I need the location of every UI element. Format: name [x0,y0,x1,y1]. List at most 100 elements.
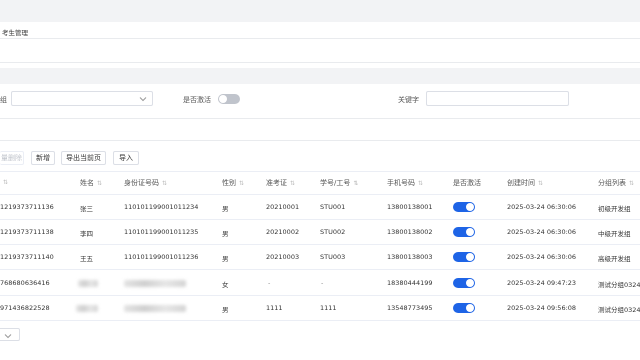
column-header-label: 身份证号码 [124,179,159,187]
column-header-name[interactable]: 姓名 ⇅ [80,178,102,188]
cell-id-partial: 1219373711136 [0,203,54,211]
sort-icon[interactable]: ⇅ [162,180,167,187]
column-header-created[interactable]: 创建时间 ⇅ [507,178,543,188]
active-switch[interactable] [453,278,475,288]
row-divider [0,269,640,270]
cell-gender: 男 [222,255,229,263]
cell-name: 李四 [80,230,93,238]
cell-gender: 男 [222,230,229,238]
group-filter-label: 组 [0,96,7,104]
sort-icon[interactable]: ⇅ [97,180,102,187]
cell-gender: 女 [222,281,229,289]
cell-group: 初级开发组 [598,205,631,213]
divider [0,38,640,39]
row-divider [0,219,640,220]
cell-created: 2025-03-24 09:56:08 [507,304,577,312]
filter-header-band [0,68,640,84]
cell-exam-no: - [268,279,271,287]
active-switch[interactable] [453,303,475,313]
cell-group: 中级开发组 [598,230,631,238]
cell-exam-no: 20210003 [266,253,300,261]
column-header-id-number[interactable]: 身份证号码 ⇅ [124,178,167,188]
row-divider [0,320,640,321]
column-header-student-no[interactable]: 学号/工号 ⇅ [320,178,358,188]
cell-id-partial: 1219373711138 [0,228,54,236]
row-divider [0,244,640,245]
redacted-name [78,280,98,287]
chevron-down-icon [139,97,147,102]
sort-icon[interactable]: ⇅ [3,179,8,186]
sort-icon[interactable]: ⇅ [353,180,358,187]
cell-phone: 13800138003 [387,253,433,261]
cell-id-partial: 971436822528 [0,304,50,312]
column-header-group[interactable]: 分组列表 ⇅ [598,178,634,188]
column-header-label: 创建时间 [507,179,535,187]
column-header-phone[interactable]: 手机号码 ⇅ [387,178,423,188]
cell-exam-no: 20210002 [266,228,300,236]
top-bar [0,0,640,22]
import-button[interactable]: 导入 [113,151,139,165]
cell-student-no: 1111 [320,304,337,312]
column-header-gender[interactable]: 性别 ⇅ [222,178,244,188]
export-page-button[interactable]: 导出当前页 [61,151,106,165]
sort-icon[interactable]: ⇅ [629,180,634,187]
cell-name: 王五 [80,255,93,263]
column-header-label: 姓名 [80,179,94,187]
column-header-id[interactable]: ⇅ [0,178,8,186]
group-select[interactable] [11,91,153,106]
cell-group: 高级开发组 [598,255,631,263]
cell-student-no: STU003 [320,253,346,261]
column-header-exam-no[interactable]: 准考证 ⇅ [266,178,295,188]
redacted-id-number [124,305,186,312]
page-title[interactable]: 考生管理 [2,27,28,37]
cell-gender: 男 [222,306,229,314]
keyword-input[interactable] [426,91,569,106]
column-header-label: 是否激活 [453,179,481,187]
divider [0,140,640,141]
page-size-select[interactable] [0,328,20,341]
cell-phone: 13800138002 [387,228,433,236]
cell-group: 测试分组0324 [598,306,640,314]
column-header-label: 性别 [222,179,236,187]
active-filter-switch[interactable] [218,94,240,104]
row-divider [0,295,640,296]
switch-knob [466,279,474,287]
column-header-label: 准考证 [266,179,287,187]
switch-knob [466,253,474,261]
redacted-name [76,305,98,312]
active-switch[interactable] [453,202,475,212]
add-button[interactable]: 新增 [31,151,55,165]
cell-phone: 13800138001 [387,203,433,211]
column-header-label: 手机号码 [387,179,415,187]
column-header-active[interactable]: 是否激活 [453,178,481,188]
cell-created: 2025-03-24 06:30:06 [507,228,577,236]
sort-icon[interactable]: ⇅ [290,180,295,187]
sort-icon[interactable]: ⇅ [538,180,543,187]
cell-created: 2025-03-24 06:30:06 [507,253,577,261]
divider [0,118,640,119]
cell-id-partial: 1219373711140 [0,253,54,261]
switch-knob [466,304,474,312]
keyword-label: 关键字 [398,96,419,104]
cell-gender: 男 [222,205,229,213]
cell-id-number: 110101199001011236 [124,253,199,261]
cell-id-number: 110101199001011234 [124,203,199,211]
column-header-label: 分组列表 [598,179,626,187]
active-switch[interactable] [453,252,475,262]
cell-id-partial: 768680636416 [0,279,50,287]
active-switch[interactable] [453,227,475,237]
cell-phone: 13548773495 [387,304,433,312]
sort-icon[interactable]: ⇅ [239,180,244,187]
table-top-border [0,171,640,172]
switch-knob [466,203,474,211]
cell-id-number: 110101199001011235 [124,228,199,236]
chevron-down-icon [4,334,12,339]
sort-icon[interactable]: ⇅ [418,180,423,187]
batch-delete-button[interactable]: 量删除 [0,151,24,165]
cell-name: 张三 [80,205,93,213]
cell-phone: 18380444199 [387,279,433,287]
cell-group: 测试分组0324 [598,281,640,289]
cell-student-no: STU002 [320,228,346,236]
switch-knob [219,95,227,103]
column-header-label: 学号/工号 [320,179,351,187]
